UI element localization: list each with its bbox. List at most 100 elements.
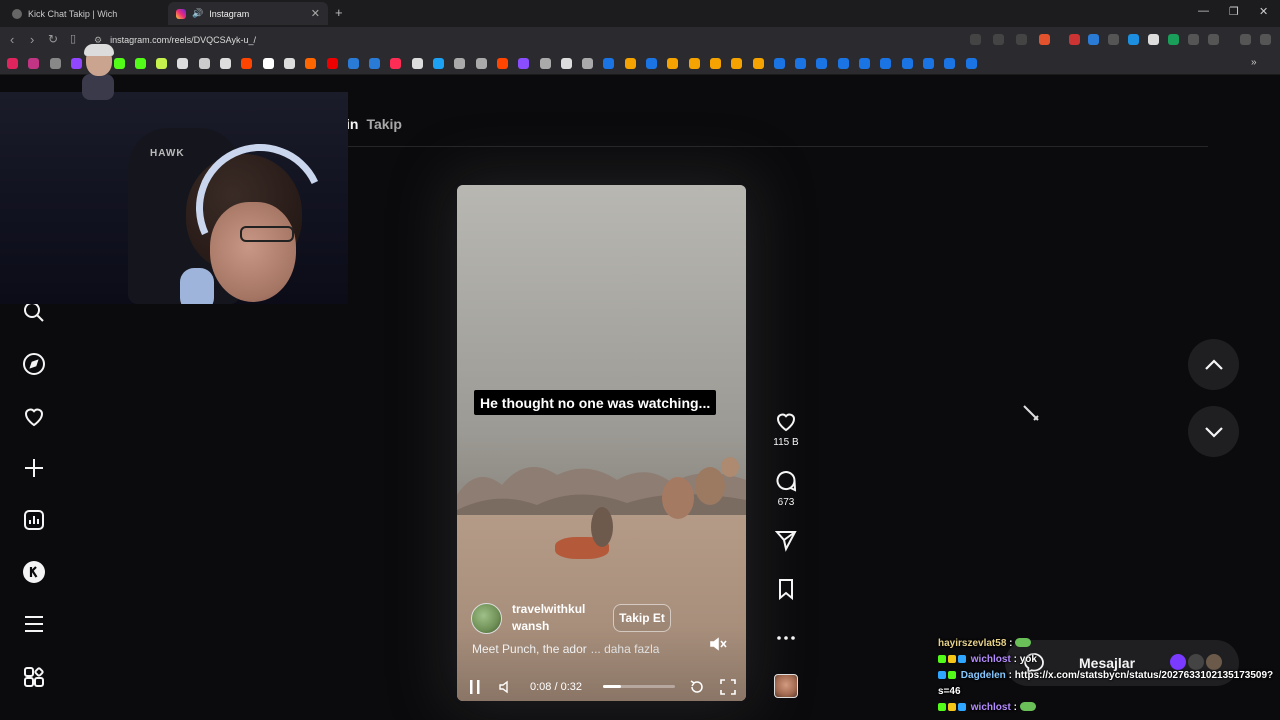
- minimize-icon[interactable]: —: [1198, 5, 1209, 17]
- bookmark-favicon-icon[interactable]: [496, 58, 508, 69]
- extension-icon[interactable]: [1168, 34, 1179, 45]
- bookmark-favicon-icon[interactable]: [901, 58, 913, 69]
- bookmark-favicon-icon[interactable]: [241, 58, 253, 69]
- sidebar-icon[interactable]: [1208, 34, 1219, 45]
- zoom-icon[interactable]: [970, 34, 981, 45]
- bookmark-favicon-icon[interactable]: [688, 58, 700, 69]
- bookmark-favicon-icon[interactable]: [454, 58, 466, 69]
- menu-icon[interactable]: [20, 610, 48, 638]
- share-action[interactable]: [772, 528, 800, 552]
- send-icon[interactable]: [774, 528, 798, 552]
- bookmark-favicon-icon[interactable]: [305, 58, 317, 69]
- like-action[interactable]: 115 B: [772, 409, 800, 448]
- bookmark-favicon-icon[interactable]: [220, 58, 231, 69]
- bookmark-favicon-icon[interactable]: [49, 58, 61, 69]
- bookmark-favicon-icon[interactable]: [922, 58, 934, 69]
- bookmark-favicon-icon[interactable]: [752, 58, 764, 69]
- extension-icon[interactable]: [1108, 34, 1119, 45]
- bookmark-favicon-icon[interactable]: [390, 58, 402, 69]
- bookmark-favicon-icon[interactable]: [283, 58, 295, 69]
- bookmark-favicon-icon[interactable]: [816, 58, 828, 69]
- bookmark-favicon-icon[interactable]: [198, 58, 210, 69]
- plus-icon[interactable]: [20, 454, 48, 482]
- bookmark-save-icon[interactable]: [774, 577, 798, 601]
- more-link[interactable]: ... daha fazla: [591, 642, 660, 656]
- bookmark-favicon-icon[interactable]: [859, 58, 870, 69]
- extension-icon[interactable]: [1128, 34, 1139, 45]
- reel-author[interactable]: travelwithkul wansh: [471, 601, 598, 635]
- bookmark-favicon-icon[interactable]: [965, 58, 977, 69]
- progress-bar[interactable]: [603, 685, 675, 688]
- bookmark-favicon-icon[interactable]: [646, 58, 657, 69]
- next-reel-button[interactable]: [1188, 406, 1239, 457]
- more-action[interactable]: [772, 626, 800, 650]
- bookmark-favicon-icon[interactable]: [28, 58, 40, 69]
- bookmark-favicon-icon[interactable]: [880, 58, 892, 69]
- bookmark-favicon-icon[interactable]: [369, 58, 381, 69]
- compass-icon[interactable]: [20, 350, 48, 378]
- bookmark-favicon-icon[interactable]: [773, 58, 785, 69]
- forward-icon[interactable]: ›: [30, 32, 34, 47]
- bookmark-favicon-icon[interactable]: [837, 58, 849, 69]
- bookmark-favicon-icon[interactable]: [475, 58, 487, 69]
- bookmark-favicon-icon[interactable]: [944, 58, 956, 69]
- bookmark-favicon-icon[interactable]: [582, 58, 594, 69]
- pause-icon[interactable]: [468, 679, 482, 695]
- bookmark-favicon-icon[interactable]: [262, 58, 274, 69]
- extension-icon[interactable]: [1088, 34, 1099, 45]
- author-username[interactable]: travelwithkul wansh: [512, 601, 598, 635]
- reload-icon[interactable]: ↻: [48, 32, 58, 46]
- bookmark-favicon-icon[interactable]: [411, 58, 423, 69]
- bookmark-favicon-icon[interactable]: [156, 58, 168, 69]
- grid-icon[interactable]: [20, 664, 48, 692]
- tab-following[interactable]: Takip: [366, 116, 402, 132]
- heart-icon[interactable]: [20, 402, 48, 430]
- save-action[interactable]: [772, 577, 800, 601]
- back-icon[interactable]: ‹: [10, 32, 14, 47]
- muted-icon[interactable]: [708, 634, 728, 654]
- restore-icon[interactable]: ❐: [1229, 5, 1239, 18]
- bookmark-favicon-icon[interactable]: [7, 58, 18, 69]
- bookmark-favicon-icon[interactable]: [177, 58, 189, 69]
- bookmark-favicon-icon[interactable]: [603, 58, 615, 69]
- bookmark-favicon-icon[interactable]: [667, 58, 679, 69]
- follow-button[interactable]: Takip Et: [613, 604, 671, 632]
- brave-shield-icon[interactable]: [1039, 34, 1050, 45]
- tab-kick-chat[interactable]: Kick Chat Takip | Wich: [4, 2, 166, 25]
- bookmark-favicon-icon[interactable]: [624, 58, 636, 69]
- volume-icon[interactable]: [498, 679, 514, 695]
- previous-reel-button[interactable]: [1188, 339, 1239, 390]
- bookmark-favicon-icon[interactable]: [134, 58, 146, 69]
- bookmark-favicon-icon[interactable]: [539, 58, 551, 69]
- k-icon[interactable]: [20, 558, 48, 586]
- comment-icon[interactable]: [774, 469, 798, 493]
- more-dots-icon[interactable]: [774, 626, 798, 650]
- bookmark-favicon-icon[interactable]: [731, 58, 743, 69]
- extension-icon[interactable]: [1069, 34, 1080, 45]
- browser-menu-icon[interactable]: [1260, 34, 1271, 45]
- bookmark-icon[interactable]: ▯: [70, 32, 76, 45]
- extensions-puzzle-icon[interactable]: [1188, 34, 1199, 45]
- window-close-icon[interactable]: ✕: [1259, 5, 1268, 18]
- new-tab-icon[interactable]: +: [335, 5, 343, 20]
- extension-icon[interactable]: [1148, 34, 1159, 45]
- bookmark-favicon-icon[interactable]: [709, 58, 721, 69]
- bookmark-favicon-icon[interactable]: [347, 58, 359, 69]
- like-heart-icon[interactable]: [774, 409, 798, 433]
- stats-icon[interactable]: [20, 506, 48, 534]
- close-tab-icon[interactable]: ✕: [311, 7, 320, 20]
- comment-action[interactable]: 673: [772, 469, 800, 508]
- bookmark-favicon-icon[interactable]: [518, 58, 530, 69]
- media-icon[interactable]: [1240, 34, 1251, 45]
- replay-icon[interactable]: [689, 679, 705, 695]
- share-icon[interactable]: [1016, 34, 1027, 45]
- bookmark-favicon-icon[interactable]: [326, 58, 338, 69]
- bookmarks-overflow-icon[interactable]: »: [1251, 57, 1257, 68]
- original-audio-thumbnail[interactable]: [774, 674, 798, 698]
- fullscreen-icon[interactable]: [720, 679, 736, 695]
- author-avatar[interactable]: [471, 602, 502, 634]
- bookmark-favicon-icon[interactable]: [560, 58, 572, 69]
- bookmark-favicon-icon[interactable]: [795, 58, 807, 69]
- tab-instagram[interactable]: 🔊 Instagram ✕: [168, 2, 328, 25]
- bookmark-favicon-icon[interactable]: [433, 58, 444, 69]
